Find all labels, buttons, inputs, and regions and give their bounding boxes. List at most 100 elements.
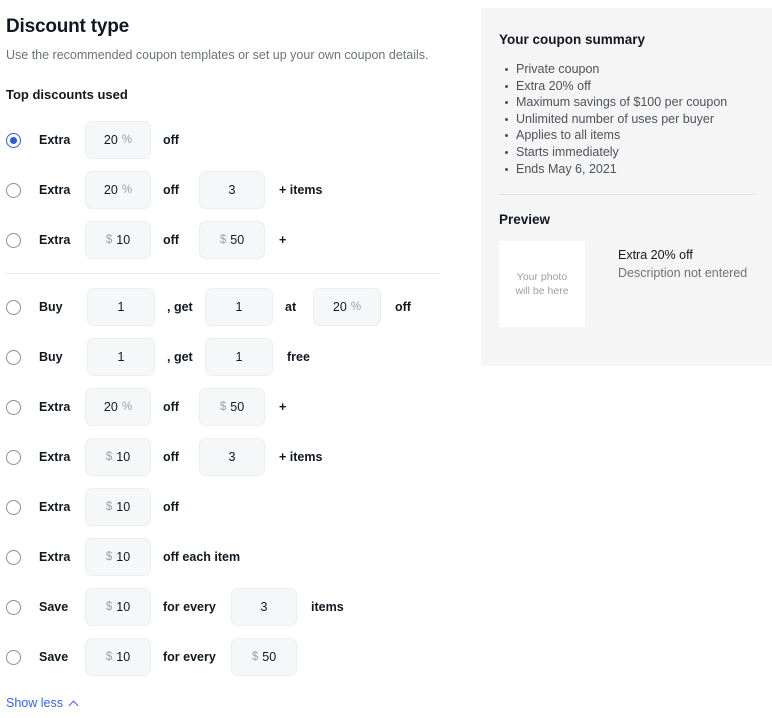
section-label-top-discounts: Top discounts used [6,87,128,102]
input-extra-percent-off-min-items-2[interactable]: 3 [199,171,265,209]
radio-extra-percent-off-min-spend[interactable] [6,399,21,415]
discount-option-row[interactable]: Extra 20% off 3 + items [6,165,456,215]
radio-extra-amount-off-each-item[interactable] [6,549,21,565]
discount-option-row[interactable]: Extra $10 off [6,482,456,532]
radio-save-amount-for-every-spend[interactable] [6,649,21,665]
field-value: 20 [332,300,347,314]
discount-option-row[interactable]: Extra $10 off 3 + items [6,432,456,482]
input-extra-amount-off-min-items-2[interactable]: 3 [199,438,265,476]
panel-divider [499,194,754,196]
summary-title: Your coupon summary [499,32,646,47]
radio-buy-x-get-y-at-percent-off[interactable] [6,299,21,315]
summary-list-item: Ends May 6, 2021 [505,161,754,178]
option-tail: + [279,400,287,414]
field-value: 3 [228,183,236,197]
input-buy-x-get-y-free-1[interactable]: 1 [87,338,155,376]
preview-text-block: Extra 20% off Description not entered [618,241,747,282]
field-prefix: $ [105,601,113,613]
field-prefix: $ [219,234,227,246]
field-value: 10 [116,550,131,564]
option-verb: Extra [39,133,71,147]
input-extra-amount-off-min-spend-2[interactable]: $50 [199,221,265,259]
input-extra-percent-off-min-spend-2[interactable]: $50 [199,388,265,426]
summary-list-item: Private coupon [505,61,754,78]
preview-card: Your photo will be here Extra 20% off Des… [499,241,754,328]
field-prefix: $ [105,651,113,663]
option-connector-1: , get [167,300,193,314]
radio-save-amount-for-every-items[interactable] [6,599,21,615]
options-divider [6,273,440,274]
input-save-amount-for-every-items-1[interactable]: $10 [85,588,151,626]
option-connector-1: off each item [163,550,241,564]
field-value: 10 [116,650,131,664]
input-extra-amount-off-min-spend-1[interactable]: $10 [85,221,151,259]
coupon-summary-panel: Your coupon summary Private coupon Extra … [481,8,772,366]
show-less-label: Show less [6,696,63,710]
radio-extra-amount-off[interactable] [6,499,21,515]
summary-list-item: Applies to all items [505,127,754,144]
option-connector-2: at [285,300,297,314]
show-less-button[interactable]: Show less [6,696,79,710]
input-buy-x-get-y-at-percent-off-3[interactable]: 20% [313,288,381,326]
field-prefix: $ [105,234,113,246]
photo-placeholder-line1: Your photo [516,271,568,284]
input-save-amount-for-every-spend-1[interactable]: $10 [85,638,151,676]
summary-list: Private coupon Extra 20% off Maximum savin… [499,61,754,177]
option-verb: Extra [39,400,71,414]
field-value: 20 [103,400,118,414]
option-verb: Save [39,600,69,614]
discount-option-row[interactable]: Extra 20% off [6,115,456,165]
field-value: 1 [117,350,125,364]
option-verb: Buy [39,350,63,364]
discount-option-row[interactable]: Extra 20% off $50 + [6,382,456,432]
discount-option-row[interactable]: Save $10 for every 3 items [6,582,456,632]
field-prefix: $ [105,451,113,463]
radio-extra-amount-off-min-items[interactable] [6,449,21,465]
radio-extra-percent-off[interactable] [6,132,21,148]
summary-list-item: Maximum savings of $100 per coupon [505,94,754,111]
discount-type-form: Discount type Use the recommended coupon… [6,16,456,712]
input-extra-amount-off-min-items-1[interactable]: $10 [85,438,151,476]
field-value: 1 [235,350,243,364]
field-unit: % [121,134,133,146]
option-connector-1: off [163,183,179,197]
preview-photo-placeholder: Your photo will be here [499,241,585,328]
option-verb: Extra [39,450,71,464]
summary-list-item: Extra 20% off [505,78,754,95]
field-value: 50 [262,650,277,664]
radio-buy-x-get-y-free[interactable] [6,349,21,365]
page-title: Discount type [6,16,130,37]
input-buy-x-get-y-free-2[interactable]: 1 [205,338,273,376]
input-extra-percent-off-1[interactable]: 20% [85,121,151,159]
preview-photo-placeholder-text: Your photo will be here [515,270,568,298]
field-prefix: $ [251,651,259,663]
discount-option-row[interactable]: Save $10 for every $50 [6,632,456,682]
field-value: 20 [103,183,118,197]
discount-option-row[interactable]: Extra $10 off $50 + [6,215,456,265]
field-value: 10 [116,450,131,464]
option-tail: + [279,233,287,247]
option-verb: Extra [39,550,71,564]
field-unit: % [121,401,133,413]
discount-option-list: Extra 20% off Extra 20% off 3 + items Extra $10 of… [6,115,456,682]
input-extra-amount-off-each-item-1[interactable]: $10 [85,538,151,576]
input-extra-amount-off-1[interactable]: $10 [85,488,151,526]
input-save-amount-for-every-spend-2[interactable]: $50 [231,638,297,676]
chevron-up-icon [68,700,79,710]
input-extra-percent-off-min-spend-1[interactable]: 20% [85,388,151,426]
field-value: 10 [116,600,131,614]
summary-list-item: Unlimited number of uses per buyer [505,111,754,128]
discount-option-row[interactable]: Buy 1 , get 1 at 20% off [6,282,456,332]
field-value: 1 [117,300,125,314]
input-extra-percent-off-min-items-1[interactable]: 20% [85,171,151,209]
radio-extra-amount-off-min-spend[interactable] [6,232,21,248]
summary-list-item: Starts immediately [505,144,754,161]
field-value: 20 [103,133,118,147]
discount-option-row[interactable]: Extra $10 off each item [6,532,456,582]
discount-option-row[interactable]: Buy 1 , get 1 free [6,332,456,382]
input-buy-x-get-y-at-percent-off-2[interactable]: 1 [205,288,273,326]
input-save-amount-for-every-items-2[interactable]: 3 [231,588,297,626]
field-value: 50 [230,400,245,414]
radio-extra-percent-off-min-items[interactable] [6,182,21,198]
input-buy-x-get-y-at-percent-off-1[interactable]: 1 [87,288,155,326]
